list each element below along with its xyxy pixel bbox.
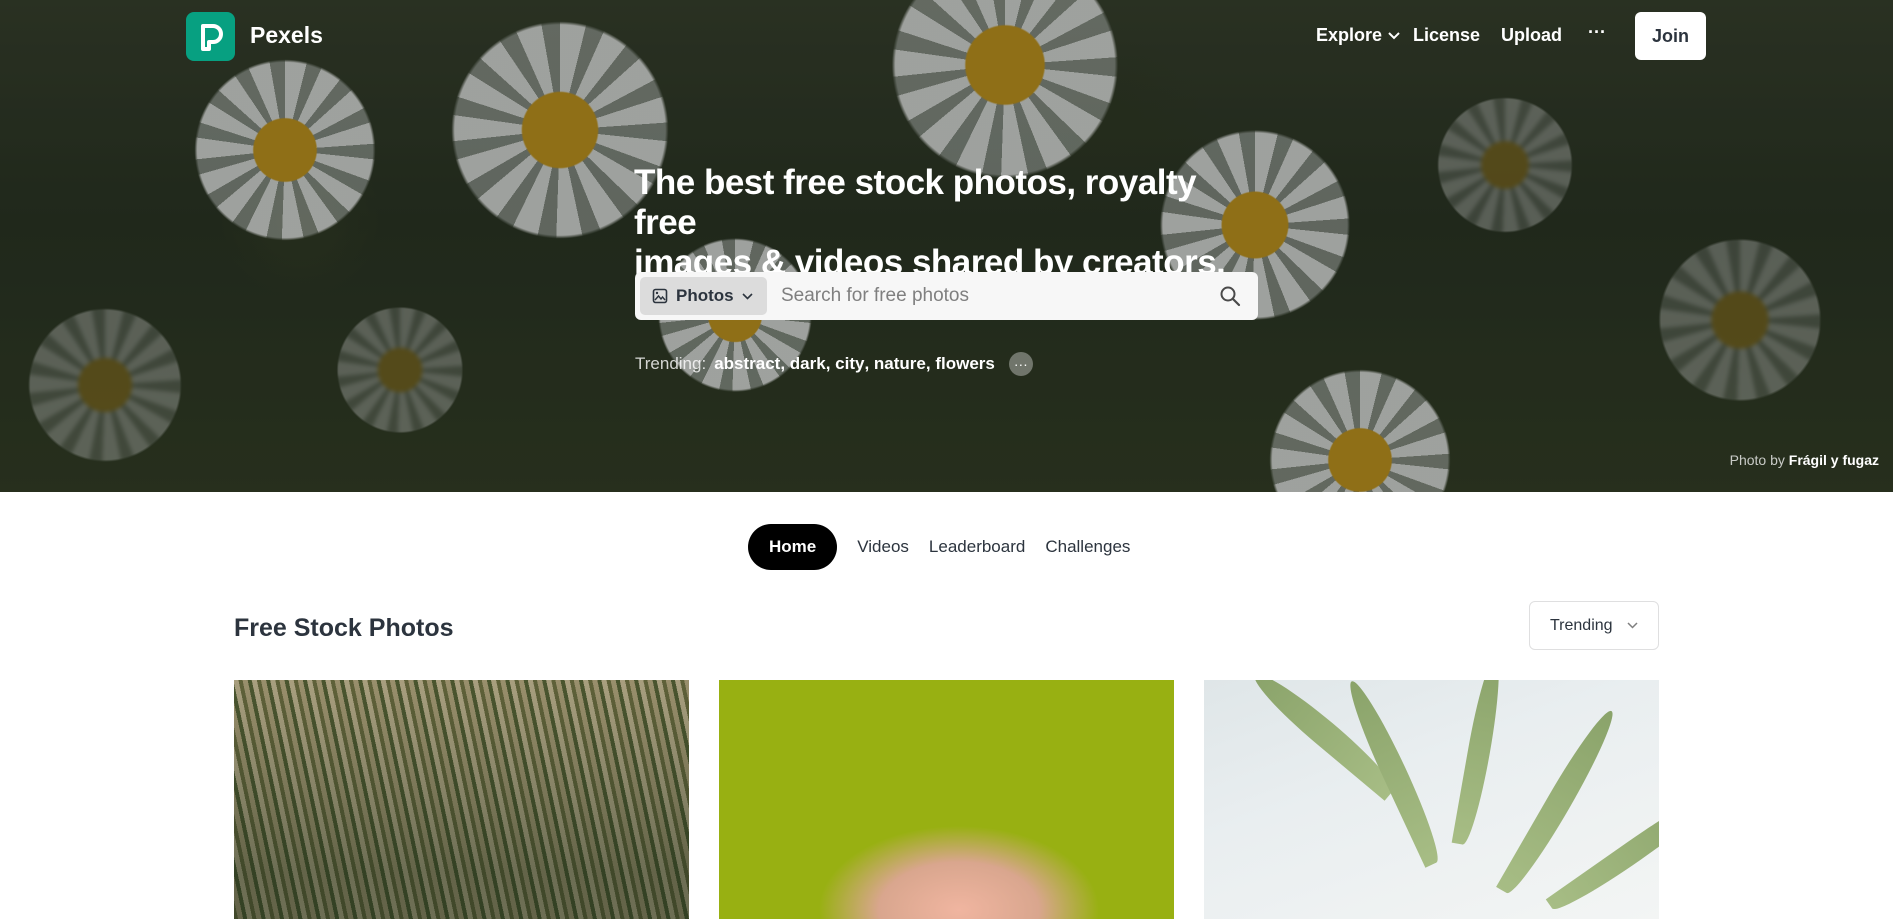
trending-item[interactable]: abstract: [714, 354, 780, 374]
sort-dropdown[interactable]: Trending: [1529, 601, 1659, 650]
trending-item[interactable]: dark: [790, 354, 826, 374]
nav-explore-label: Explore: [1316, 25, 1383, 45]
brand-name[interactable]: Pexels: [250, 22, 323, 49]
tab-challenges[interactable]: Challenges: [1035, 524, 1140, 570]
section-title: Free Stock Photos: [234, 614, 454, 642]
leaf-decoration: [1451, 680, 1507, 847]
top-navigation: Pexels Explore License Upload ··· Join: [0, 0, 1893, 72]
trending-list: abstract, dark, city, nature, flowers: [714, 354, 995, 374]
nav-upload[interactable]: Upload: [1501, 25, 1562, 46]
credit-author-link[interactable]: Frágil y fugaz: [1789, 452, 1879, 468]
search-type-dropdown[interactable]: Photos: [640, 277, 767, 315]
image-icon: [652, 288, 668, 304]
join-button[interactable]: Join: [1635, 12, 1706, 60]
search-bar: Photos: [635, 272, 1258, 320]
trending-label: Trending:: [635, 354, 707, 373]
content-tabs: Home Videos Leaderboard Challenges: [748, 524, 1140, 570]
hero-title-line1: The best free stock photos, royalty free: [634, 163, 1197, 242]
sort-value: Trending: [1550, 616, 1613, 634]
photo-card[interactable]: [1204, 680, 1659, 919]
search-icon[interactable]: [1219, 285, 1241, 312]
pexels-logo-icon[interactable]: [186, 12, 235, 61]
hero-title: The best free stock photos, royalty free…: [634, 163, 1254, 283]
ellipsis-icon[interactable]: ···: [1008, 352, 1033, 376]
search-type-label: Photos: [676, 286, 734, 305]
trending-item[interactable]: flowers: [935, 354, 995, 374]
trending-item[interactable]: nature: [874, 354, 926, 374]
nav-explore[interactable]: Explore: [1316, 25, 1400, 46]
tab-videos[interactable]: Videos: [847, 524, 919, 570]
nav-license[interactable]: License: [1413, 25, 1480, 46]
chevron-down-icon: [1627, 622, 1638, 629]
trending-searches: Trending: abstract, dark, city, nature, …: [635, 352, 1033, 376]
photo-card[interactable]: [234, 680, 689, 919]
ellipsis-icon[interactable]: ···: [1588, 22, 1606, 43]
hero-banner: Pexels Explore License Upload ··· Join T…: [0, 0, 1893, 492]
tab-leaderboard[interactable]: Leaderboard: [919, 524, 1035, 570]
search-input[interactable]: [781, 272, 1191, 320]
credit-prefix: Photo by: [1729, 452, 1785, 468]
trending-item[interactable]: city: [835, 354, 864, 374]
photo-card[interactable]: [719, 680, 1174, 919]
chevron-down-icon: [1388, 31, 1400, 39]
chevron-down-icon: [742, 292, 753, 300]
tab-home[interactable]: Home: [748, 524, 838, 570]
photo-credit: Photo by Frágil y fugaz: [1730, 452, 1879, 468]
